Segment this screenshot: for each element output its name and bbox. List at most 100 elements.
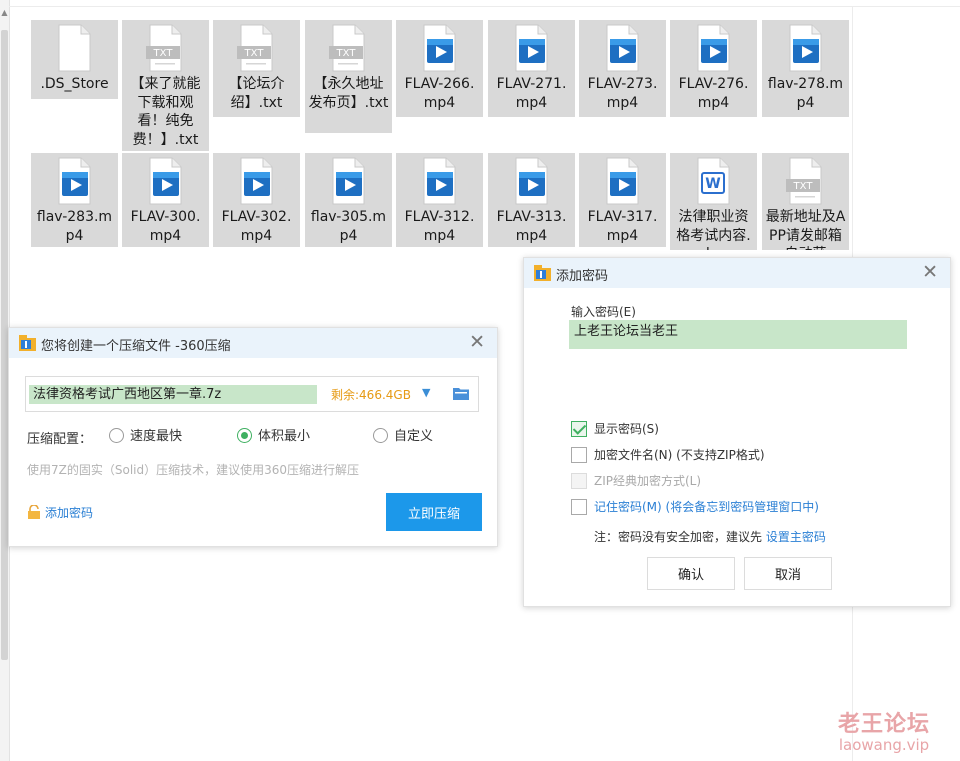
add-password-dialog: 添加密码 ✕ 输入密码(E) 上老王论坛当老王 显示密码(S) 加密文件名(N)… [523,257,951,607]
file-name: FLAV-271.mp4 [496,76,567,111]
file-item[interactable]: FLAV-300.mp4 [122,153,209,247]
file-name: FLAV-300.mp4 [130,209,201,244]
blank-file-icon [58,24,91,72]
file-item[interactable]: TXT 【论坛介绍】.txt [213,20,300,117]
file-item[interactable]: FLAV-271.mp4 [488,20,575,117]
show-password-label: 显示密码(S) [594,422,659,436]
lock-icon [28,505,40,519]
text-file-icon: TXT [237,24,273,72]
file-item[interactable]: FLAV-312.mp4 [396,153,483,247]
file-item[interactable]: FLAV-313.mp4 [488,153,575,247]
compress-dialog-title: 您将创建一个压缩文件 -360压缩 [41,339,231,354]
password-input-label: 输入密码(E) [571,305,636,319]
video-file-icon [515,24,548,72]
remember-password-label: 记住密码(M) (将会备忘到密码管理窗口中) [594,500,819,514]
file-name: FLAV-266.mp4 [404,76,475,111]
password-dialog-titlebar[interactable]: 添加密码 ✕ [524,258,950,288]
file-item[interactable]: FLAV-276.mp4 [670,20,757,117]
file-name: flav-305.mp4 [310,209,387,244]
folder-icon[interactable] [453,386,469,400]
file-name: FLAV-302.mp4 [221,209,292,244]
video-file-icon [149,157,182,205]
video-file-icon [332,157,365,205]
radio-custom[interactable]: 自定义 [373,425,433,444]
file-item[interactable]: FLAV-317.mp4 [579,153,666,247]
chevron-down-icon[interactable]: ▼ [422,386,430,399]
file-item[interactable]: FLAV-273.mp4 [579,20,666,117]
output-filename[interactable]: 法律资格考试广西地区第一章.7z [29,385,317,404]
encrypt-filename-checkbox[interactable]: 加密文件名(N) (不支持ZIP格式) [571,446,765,463]
word-doc-icon: W [697,157,730,205]
video-file-icon [606,24,639,72]
video-file-icon [606,157,639,205]
show-password-checkbox[interactable]: 显示密码(S) [571,420,659,437]
checkbox [571,499,587,515]
file-name: FLAV-312.mp4 [404,209,475,244]
text-file-icon: TXT [329,24,365,72]
radio-fastest-label: 速度最快 [130,429,183,444]
file-name: 法律职业资格考试内容.doc [676,209,751,250]
file-name: .DS_Store [40,76,109,92]
close-icon[interactable]: ✕ [922,261,938,283]
file-item[interactable]: TXT 【来了就能下载和观看！纯免费！】.txt [122,20,209,151]
set-master-password-link[interactable]: 设置主密码 [766,530,826,544]
checkbox-disabled [571,473,587,489]
radio-smallest[interactable]: 体积最小 [237,425,310,444]
file-name: 【来了就能下载和观看！纯免费！】.txt [130,76,201,148]
svg-text:TXT: TXT [153,48,174,59]
radio-custom-label: 自定义 [394,429,434,444]
free-space-label: 剩余:466.4GB [331,388,411,402]
file-item[interactable]: TXT 【永久地址发布页】.txt [305,20,392,133]
checkbox [571,447,587,463]
watermark: 老王论坛 laowang.vip [838,706,930,754]
file-item[interactable]: flav-278.mp4 [762,20,849,117]
radio-indicator-selected [237,428,252,443]
add-password-link[interactable]: 添加密码 [27,504,93,521]
file-item[interactable]: TXT 最新地址及APP请发邮箱自动获 [762,153,849,250]
file-item[interactable]: flav-283.mp4 [31,153,118,247]
close-icon[interactable]: ✕ [469,331,485,353]
checkbox-checked [571,421,587,437]
output-path-field[interactable]: 法律资格考试广西地区第一章.7z 剩余:466.4GB ▼ [25,376,479,412]
file-name: flav-283.mp4 [36,209,113,244]
video-file-icon [58,157,91,205]
watermark-title: 老王论坛 [838,712,931,737]
file-name: 【永久地址发布页】.txt [308,76,389,111]
radio-fastest[interactable]: 速度最快 [109,425,182,444]
file-name: FLAV-276.mp4 [678,76,749,111]
svg-text:TXT: TXT [793,181,814,192]
text-file-icon: TXT [786,157,822,205]
video-file-icon [423,157,456,205]
confirm-button[interactable]: 确认 [647,557,735,590]
svg-text:W: W [705,176,720,192]
file-name: FLAV-313.mp4 [496,209,567,244]
video-file-icon [423,24,456,72]
security-note: 注：密码没有安全加密，建议先 设置主密码 [594,528,826,545]
video-file-icon [789,24,822,72]
file-item[interactable]: W 法律职业资格考试内容.doc [670,153,757,250]
watermark-url: laowang.vip [838,736,930,754]
video-file-icon [240,157,273,205]
file-name: FLAV-273.mp4 [587,76,658,111]
svg-text:TXT: TXT [336,48,357,59]
file-name: flav-278.mp4 [767,76,844,111]
file-item[interactable]: FLAV-302.mp4 [213,153,300,247]
remember-password-checkbox[interactable]: 记住密码(M) (将会备忘到密码管理窗口中) [571,498,819,515]
text-file-icon: TXT [146,24,182,72]
zip-classic-label: ZIP经典加密方式(L) [594,474,702,488]
compress-now-button[interactable]: 立即压缩 [386,493,482,531]
compress-dialog-titlebar[interactable]: 您将创建一个压缩文件 -360压缩 ✕ [9,328,497,358]
encrypt-filename-label: 加密文件名(N) (不支持ZIP格式) [594,448,765,462]
video-file-icon [697,24,730,72]
cancel-button[interactable]: 取消 [744,557,832,590]
password-input[interactable]: 上老王论坛当老王 [569,320,907,349]
file-item[interactable]: .DS_Store [31,20,118,99]
compress-dialog: 您将创建一个压缩文件 -360压缩 ✕ 法律资格考试广西地区第一章.7z 剩余:… [8,327,498,547]
file-item[interactable]: FLAV-266.mp4 [396,20,483,117]
radio-indicator [109,428,124,443]
file-item[interactable]: flav-305.mp4 [305,153,392,247]
password-dialog-title: 添加密码 [556,269,609,284]
radio-indicator [373,428,388,443]
file-grid: .DS_Store TXT 【来了就能下载和观看！纯免费！】.txt TXT 【论坛介绍… [0,0,960,270]
svg-text:TXT: TXT [244,48,265,59]
